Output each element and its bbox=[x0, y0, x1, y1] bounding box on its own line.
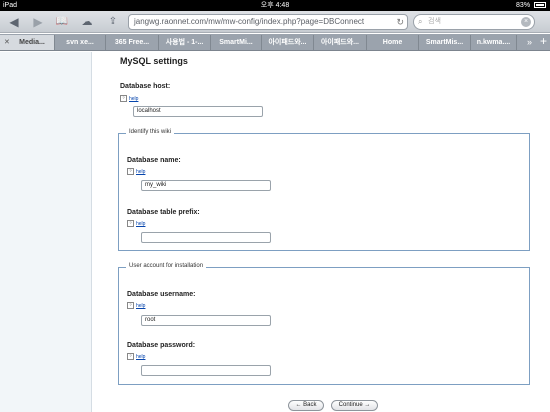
db-name-label: Database name: bbox=[127, 157, 181, 164]
cloud-icon[interactable]: ☁ bbox=[78, 14, 96, 30]
forward-arrow-icon[interactable]: ▶ bbox=[29, 14, 47, 30]
db-name-input[interactable]: my_wiki bbox=[141, 180, 271, 191]
tab-4[interactable]: SmartMi... bbox=[211, 35, 262, 50]
search-icon: ⌕ bbox=[418, 17, 423, 26]
share-icon[interactable]: ⇪ bbox=[104, 14, 122, 30]
reload-icon[interactable]: ↻ bbox=[396, 15, 404, 29]
tab-5[interactable]: 아이패드와... bbox=[262, 35, 314, 50]
url-field[interactable]: jangwg.raonnet.com/mw/mw-config/index.ph… bbox=[128, 14, 408, 30]
db-host-label: Database host: bbox=[120, 83, 171, 90]
sidebar-strip bbox=[0, 52, 92, 412]
status-bar: iPad 오후 4:48 83% bbox=[0, 0, 550, 11]
battery-icon bbox=[534, 2, 546, 9]
db-prefix-label: Database table prefix: bbox=[127, 209, 200, 216]
db-pass-help-link[interactable]: help bbox=[127, 353, 145, 360]
tab-2[interactable]: 365 Free... bbox=[106, 35, 159, 50]
tab-0[interactable]: ✕ Media... bbox=[0, 35, 55, 50]
db-pass-input[interactable] bbox=[141, 365, 271, 376]
tab-1[interactable]: svn xe... bbox=[55, 35, 106, 50]
tab-9[interactable]: n.kwma.... bbox=[471, 35, 517, 50]
tab-3[interactable]: 사용법 - 1-... bbox=[159, 35, 211, 50]
tab-6[interactable]: 아이패드와... bbox=[314, 35, 367, 50]
db-host-help-link[interactable]: help bbox=[120, 95, 138, 102]
tab-bar: ✕ Media... svn xe... 365 Free... 사용법 - 1… bbox=[0, 34, 550, 51]
continue-button[interactable]: Continue → bbox=[331, 400, 378, 411]
tab-8[interactable]: SmartMis... bbox=[419, 35, 471, 50]
db-user-label: Database username: bbox=[127, 291, 196, 298]
search-field[interactable]: ⌕ 검색 × bbox=[413, 14, 535, 30]
db-prefix-input[interactable] bbox=[141, 232, 271, 243]
url-text: jangwg.raonnet.com/mw/mw-config/index.ph… bbox=[134, 17, 365, 26]
identify-wiki-legend: Identify this wiki bbox=[126, 129, 175, 135]
clock: 오후 4:48 bbox=[260, 2, 290, 9]
user-account-legend: User account for installation bbox=[126, 263, 207, 269]
db-host-input[interactable]: localhost bbox=[133, 106, 263, 117]
db-pass-label: Database password: bbox=[127, 342, 196, 349]
add-tab-icon[interactable]: + bbox=[540, 34, 547, 49]
clear-icon[interactable]: × bbox=[521, 17, 531, 27]
db-user-input[interactable]: root bbox=[141, 315, 271, 326]
search-placeholder: 검색 bbox=[428, 18, 441, 25]
close-tab-icon[interactable]: ✕ bbox=[4, 35, 10, 50]
db-user-help-link[interactable]: help bbox=[127, 302, 145, 309]
battery-status: 83% bbox=[516, 0, 546, 11]
back-button[interactable]: ← Back bbox=[288, 400, 324, 411]
tab-7[interactable]: Home bbox=[367, 35, 419, 50]
page-title: MySQL settings bbox=[120, 56, 188, 66]
back-arrow-icon[interactable]: ◀ bbox=[5, 14, 23, 30]
battery-percent: 83% bbox=[516, 2, 531, 9]
more-tabs-icon[interactable]: » bbox=[527, 35, 532, 50]
db-prefix-help-link[interactable]: help bbox=[127, 220, 145, 227]
db-name-help-link[interactable]: help bbox=[127, 168, 145, 175]
bookmarks-icon[interactable]: 📖 bbox=[53, 14, 71, 30]
page-content: MySQL settings Database host: help local… bbox=[0, 52, 550, 412]
browser-toolbar: ◀ ▶ 📖 ☁ ⇪ jangwg.raonnet.com/mw/mw-confi… bbox=[0, 11, 550, 33]
